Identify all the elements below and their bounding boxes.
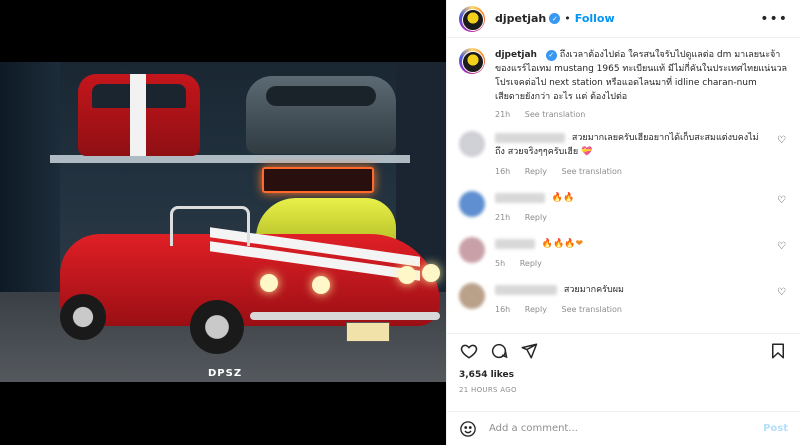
likes-count[interactable]: 3,654 likes	[447, 370, 800, 380]
commenter-avatar[interactable]	[459, 191, 485, 217]
comment-item: 🔥🔥🔥❤ 5h Reply ♡	[459, 237, 788, 271]
post-comment-button[interactable]: Post	[763, 423, 788, 434]
caption-meta: 21h See translation	[495, 110, 788, 119]
comment-meta: 21h Reply	[495, 211, 768, 225]
commenter-username-blurred[interactable]	[495, 192, 545, 203]
verified-badge-icon: ✓	[549, 13, 561, 24]
comment-emoji: 🔥🔥	[551, 193, 575, 203]
comment-meta: 16h Reply See translation	[495, 303, 768, 317]
comment-time[interactable]: 21h	[495, 213, 510, 222]
post-side-panel: djpetjah ✓ • Follow ••• djpetjah ✓ ถึงเว…	[446, 0, 800, 445]
post-footer: 3,654 likes 21 HOURS AGO Add a comment..…	[447, 333, 800, 445]
reply-button[interactable]: Reply	[525, 213, 547, 222]
comment-time[interactable]: 5h	[495, 259, 505, 268]
photo-red-mini	[78, 74, 200, 156]
comment-meta: 5h Reply	[495, 257, 768, 271]
caption-content: djpetjah ✓ ถึงเวลาต้องไปต่อ ใครสนใจรับไป…	[495, 48, 788, 119]
mustang-license-plate	[346, 322, 390, 342]
like-comment-heart-icon[interactable]: ♡	[777, 195, 786, 206]
comment-item: สวยมากเลยครับเฮียอยากได้เก็บสะสมแต่งบคงไ…	[459, 131, 788, 179]
comment-meta: 16h Reply See translation	[495, 165, 768, 179]
mustang-wheel	[190, 300, 244, 354]
comment-item: 🔥🔥 21h Reply ♡	[459, 191, 788, 225]
comment-emoji: 🔥🔥🔥❤	[541, 239, 584, 249]
comment-body: 🔥🔥🔥❤ 5h Reply	[495, 237, 788, 271]
see-translation-link[interactable]: See translation	[525, 110, 585, 119]
mustang-headlight	[260, 274, 278, 292]
commenter-avatar[interactable]	[459, 237, 485, 263]
emoji-smiley-icon[interactable]	[459, 420, 477, 438]
header-separator: •	[564, 12, 571, 25]
caption-username[interactable]: djpetjah	[495, 50, 537, 60]
post-caption: djpetjah ✓ ถึงเวลาต้องไปต่อ ใครสนใจรับไป…	[459, 48, 788, 119]
photo-watermark: DPSZ	[208, 368, 243, 379]
comment-time[interactable]: 16h	[495, 305, 510, 314]
like-comment-heart-icon[interactable]: ♡	[777, 241, 786, 252]
like-heart-icon[interactable]	[459, 341, 479, 361]
commenter-username-blurred[interactable]	[495, 132, 565, 143]
post-header: djpetjah ✓ • Follow •••	[447, 0, 800, 38]
reply-button[interactable]: Reply	[525, 167, 547, 176]
comments-list[interactable]: djpetjah ✓ ถึงเวลาต้องไปต่อ ใครสนใจรับไป…	[447, 38, 800, 333]
post-media-area: DPSZ	[0, 0, 446, 445]
photo-neon-sign	[262, 167, 374, 193]
mustang-bumper	[250, 312, 440, 320]
comment-bubble-icon[interactable]	[489, 341, 509, 361]
more-horizontal-icon[interactable]: •••	[760, 11, 788, 27]
photo-gray-mustang	[246, 76, 396, 154]
share-send-icon[interactable]	[519, 341, 539, 361]
comment-body: สวยมากครับผม 16h Reply See translation	[495, 283, 788, 317]
comment-text: สวยมากครับผม	[563, 285, 624, 295]
save-bookmark-icon[interactable]	[768, 341, 788, 361]
see-translation-link[interactable]: See translation	[562, 305, 622, 314]
like-comment-heart-icon[interactable]: ♡	[777, 135, 786, 146]
add-comment-input[interactable]: Add a comment...	[489, 423, 763, 434]
photo-red-mustang	[60, 194, 440, 354]
caption-time[interactable]: 21h	[495, 110, 510, 119]
comment-body: สวยมากเลยครับเฮียอยากได้เก็บสะสมแต่งบคงไ…	[495, 131, 788, 179]
mustang-headlight	[312, 276, 330, 294]
commenter-username-blurred[interactable]	[495, 238, 535, 249]
mustang-headlight	[398, 266, 416, 284]
comment-time[interactable]: 16h	[495, 167, 510, 176]
photo-car-lift	[50, 155, 410, 163]
like-comment-heart-icon[interactable]: ♡	[777, 287, 786, 298]
add-comment-bar: Add a comment... Post	[447, 411, 800, 445]
verified-badge-icon: ✓	[545, 49, 557, 61]
reply-button[interactable]: Reply	[525, 305, 547, 314]
post-photo[interactable]: DPSZ	[0, 62, 446, 382]
mini-stripe	[130, 74, 146, 156]
comment-item: สวยมากครับผม 16h Reply See translation ♡	[459, 283, 788, 317]
gt-window	[266, 86, 376, 106]
commenter-username-blurred[interactable]	[495, 284, 557, 295]
mustang-windshield	[170, 206, 250, 246]
mustang-wheel	[60, 294, 106, 340]
action-bar	[447, 334, 800, 368]
comment-body: 🔥🔥 21h Reply	[495, 191, 788, 225]
follow-button[interactable]: Follow	[575, 12, 615, 25]
comment-emoji: 💝	[580, 147, 593, 157]
reply-button[interactable]: Reply	[520, 259, 542, 268]
author-username[interactable]: djpetjah	[495, 12, 546, 25]
commenter-avatar[interactable]	[459, 131, 485, 157]
caption-text-block: djpetjah ✓ ถึงเวลาต้องไปต่อ ใครสนใจรับไป…	[495, 48, 788, 104]
mustang-headlight	[422, 264, 440, 282]
author-avatar[interactable]	[459, 5, 485, 32]
see-translation-link[interactable]: See translation	[562, 167, 622, 176]
post-timestamp[interactable]: 21 HOURS AGO	[447, 386, 800, 394]
caption-text: ถึงเวลาต้องไปต่อ ใครสนใจรับไปดูแลต่อ dm …	[495, 50, 788, 102]
commenter-avatar[interactable]	[459, 283, 485, 309]
instagram-post-modal: DPSZ djpetjah ✓ • Follow ••• djpetjah ✓ …	[0, 0, 800, 445]
caption-avatar[interactable]	[459, 48, 485, 74]
